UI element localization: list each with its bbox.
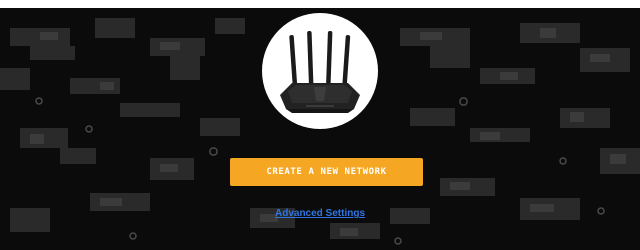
advanced-settings-link[interactable]: Advanced Settings [275,208,365,219]
advanced-settings-link-row: Advanced Settings [0,208,640,219]
create-network-button[interactable]: CREATE A NEW NETWORK [230,158,423,186]
router-image [262,13,378,129]
wifi-router-icon [280,30,360,113]
setup-page: CREATE A NEW NETWORK Advanced Settings [0,0,640,250]
